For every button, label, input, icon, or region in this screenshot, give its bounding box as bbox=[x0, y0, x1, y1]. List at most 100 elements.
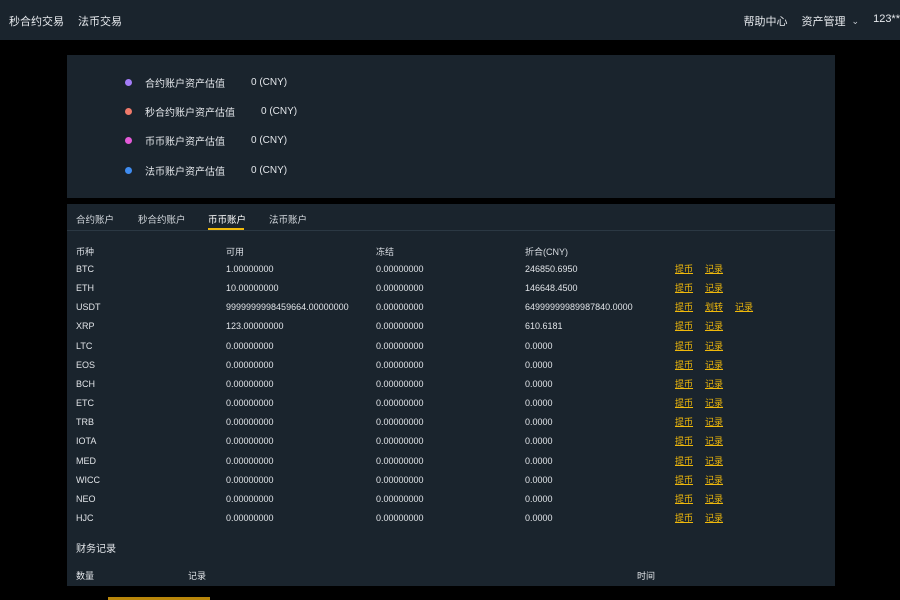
withdraw-link[interactable]: 提币 bbox=[675, 396, 693, 409]
cell-available: 0.00000000 bbox=[226, 417, 274, 428]
cell-cny: 0.0000 bbox=[525, 398, 553, 409]
withdraw-link[interactable]: 提币 bbox=[675, 358, 693, 371]
record-link[interactable]: 记录 bbox=[705, 454, 723, 467]
summary-label: 秒合约账户资产估值 bbox=[145, 107, 235, 119]
cell-coin: MED bbox=[76, 455, 96, 466]
cell-available: 0.00000000 bbox=[226, 359, 274, 370]
cell-frozen: 0.00000000 bbox=[376, 398, 424, 409]
cell-frozen: 0.00000000 bbox=[376, 359, 424, 370]
record-link[interactable]: 记录 bbox=[705, 339, 723, 352]
cell-cny: 0.0000 bbox=[525, 359, 553, 370]
record-link[interactable]: 记录 bbox=[705, 415, 723, 428]
cell-frozen: 0.00000000 bbox=[376, 455, 424, 466]
withdraw-link[interactable]: 提币 bbox=[675, 300, 693, 313]
withdraw-link[interactable]: 提币 bbox=[675, 492, 693, 505]
cell-available: 0.00000000 bbox=[226, 455, 274, 466]
legend-dot-icon bbox=[125, 166, 132, 174]
account-panel: 合约账户 秒合约账户 币币账户 法币账户 币种 可用 冻结 折合(CNY) BT… bbox=[67, 204, 835, 586]
withdraw-link[interactable]: 提币 bbox=[675, 281, 693, 294]
tab-second-contract-account[interactable]: 秒合约账户 bbox=[138, 212, 186, 226]
summary-row-contract: 合约账户资产估值 0 (CNY) bbox=[125, 75, 287, 90]
cell-available: 10.00000000 bbox=[226, 283, 279, 294]
table-row: HJC 0.00000000 0.00000000 0.0000 提币 记录 bbox=[67, 510, 835, 529]
cell-available: 1.00000000 bbox=[226, 264, 274, 274]
table-row: BCH 0.00000000 0.00000000 0.0000 提币 记录 bbox=[67, 376, 835, 395]
table-row: ETC 0.00000000 0.00000000 0.0000 提币 记录 bbox=[67, 395, 835, 414]
legend-dot-icon bbox=[125, 136, 132, 144]
asset-management-label: 资产管理 bbox=[801, 16, 846, 28]
table-row: IOTA 0.00000000 0.00000000 0.0000 提币 记录 bbox=[67, 433, 835, 452]
cell-frozen: 0.00000000 bbox=[376, 512, 424, 523]
header-frozen: 冻结 bbox=[376, 247, 395, 257]
record-link[interactable]: 记录 bbox=[705, 262, 723, 275]
table-row: ETH 10.00000000 0.00000000 146648.4500 提币 记录 bbox=[67, 280, 835, 299]
nav-asset-management[interactable]: 资产管理 ⌄ bbox=[802, 13, 860, 29]
active-tab-indicator bbox=[208, 228, 244, 230]
tab-contract-account[interactable]: 合约账户 bbox=[76, 212, 114, 226]
legend-dot-icon bbox=[125, 107, 132, 115]
cell-cny: 0.0000 bbox=[525, 417, 553, 428]
chevron-down-icon: ⌄ bbox=[851, 16, 860, 26]
record-link[interactable]: 记录 bbox=[705, 281, 723, 294]
table-row: WICC 0.00000000 0.00000000 0.0000 提币 记录 bbox=[67, 472, 835, 491]
cell-frozen: 0.00000000 bbox=[376, 302, 424, 313]
withdraw-link[interactable]: 提币 bbox=[675, 434, 693, 447]
cell-frozen: 0.00000000 bbox=[376, 321, 424, 332]
table-row: NEO 0.00000000 0.00000000 0.0000 提币 记录 bbox=[67, 491, 835, 510]
cell-coin: TRB bbox=[76, 417, 94, 428]
table-row: XRP 123.00000000 0.00000000 610.6181 提币 记录 bbox=[67, 318, 835, 337]
cell-cny: 610.6181 bbox=[525, 321, 563, 332]
cell-cny: 0.0000 bbox=[525, 436, 553, 447]
nav-fiat-trade[interactable]: 法币交易 bbox=[78, 13, 122, 29]
nav-right: 帮助中心 资产管理 ⌄ 123** bbox=[744, 13, 900, 29]
top-navbar: 秒合约交易 法币交易 帮助中心 资产管理 ⌄ 123** bbox=[0, 0, 900, 40]
record-link[interactable]: 记录 bbox=[705, 377, 723, 390]
cell-coin: BTC bbox=[76, 264, 94, 274]
summary-row-coin: 币币账户资产估值 0 (CNY) bbox=[125, 133, 287, 148]
cell-coin: BCH bbox=[76, 378, 96, 389]
tab-coin-account[interactable]: 币币账户 bbox=[208, 212, 246, 226]
record-link[interactable]: 记录 bbox=[705, 358, 723, 371]
user-account[interactable]: 123** bbox=[873, 13, 900, 29]
withdraw-link[interactable]: 提币 bbox=[675, 473, 693, 486]
nav-second-contract[interactable]: 秒合约交易 bbox=[9, 13, 64, 29]
cell-coin: LTC bbox=[76, 340, 93, 351]
withdraw-link[interactable]: 提币 bbox=[675, 511, 693, 524]
summary-value: 0 (CNY) bbox=[261, 105, 298, 117]
nav-help-center[interactable]: 帮助中心 bbox=[744, 13, 788, 29]
record-link[interactable]: 记录 bbox=[705, 511, 723, 524]
record-link[interactable]: 记录 bbox=[705, 492, 723, 505]
record-link[interactable]: 记录 bbox=[705, 473, 723, 486]
cell-frozen: 0.00000000 bbox=[376, 474, 424, 485]
tab-fiat-account[interactable]: 法币账户 bbox=[269, 212, 307, 226]
cell-available: 123.00000000 bbox=[226, 321, 284, 332]
table-row: TRB 0.00000000 0.00000000 0.0000 提币 记录 bbox=[67, 414, 835, 433]
withdraw-link[interactable]: 提币 bbox=[675, 454, 693, 467]
cell-available: 0.00000000 bbox=[226, 512, 274, 523]
summary-row-second-contract: 秒合约账户资产估值 0 (CNY) bbox=[125, 104, 298, 119]
cell-frozen: 0.00000000 bbox=[376, 378, 424, 389]
cell-coin: XRP bbox=[76, 321, 95, 332]
withdraw-link[interactable]: 提币 bbox=[675, 377, 693, 390]
transfer-link[interactable]: 划转 bbox=[705, 300, 723, 313]
finance-header-quantity: 数量 bbox=[76, 571, 95, 581]
cell-cny: 64999999989987840.0000 bbox=[525, 302, 633, 313]
cell-frozen: 0.00000000 bbox=[376, 436, 424, 447]
summary-label: 法币账户资产估值 bbox=[145, 166, 225, 178]
record-link[interactable]: 记录 bbox=[705, 434, 723, 447]
withdraw-link[interactable]: 提币 bbox=[675, 262, 693, 275]
table-row: LTC 0.00000000 0.00000000 0.0000 提币 记录 bbox=[67, 338, 835, 357]
withdraw-link[interactable]: 提币 bbox=[675, 319, 693, 332]
header-available: 可用 bbox=[226, 247, 245, 257]
cell-available: 0.00000000 bbox=[226, 340, 274, 351]
cell-frozen: 0.00000000 bbox=[376, 417, 424, 428]
withdraw-link[interactable]: 提币 bbox=[675, 339, 693, 352]
withdraw-link[interactable]: 提币 bbox=[675, 415, 693, 428]
record-link[interactable]: 记录 bbox=[705, 319, 723, 332]
cell-cny: 0.0000 bbox=[525, 493, 553, 504]
summary-label: 币币账户资产估值 bbox=[145, 136, 225, 148]
cell-cny: 246850.6950 bbox=[525, 264, 578, 274]
record-link[interactable]: 记录 bbox=[735, 300, 753, 313]
legend-dot-icon bbox=[125, 78, 132, 86]
record-link[interactable]: 记录 bbox=[705, 396, 723, 409]
